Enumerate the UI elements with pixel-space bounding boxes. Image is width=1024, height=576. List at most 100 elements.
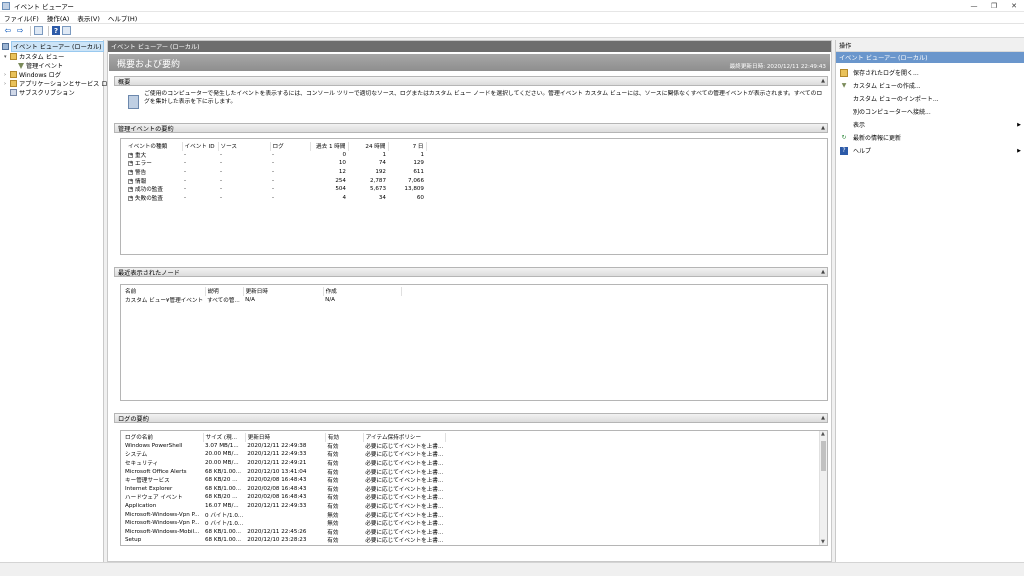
log-summary-scrollbar[interactable]: ▲ ▼ <box>819 431 827 545</box>
scroll-up-icon[interactable]: ▲ <box>821 431 825 437</box>
tree-item-label: イベント ビューアー (ローカル) <box>11 41 104 52</box>
collapse-icon[interactable]: ▲ <box>821 78 825 84</box>
event-type-cell: 成功の監査 <box>135 187 163 194</box>
column-header[interactable]: 作成 <box>323 287 402 296</box>
maximize-button[interactable]: ❐ <box>984 0 1004 12</box>
table-row[interactable]: システム 20.00 MB/... 2020/12/11 22:49:33 有効 必要に… <box>123 450 445 459</box>
table-row[interactable]: + 情報 - - - 254 2,787 7,066 <box>126 176 426 185</box>
action-import-custom-view[interactable]: カスタム ビューのインポート... <box>836 93 1024 104</box>
table-row[interactable]: ハードウェア イベント 68 KB/20 ... 2020/02/08 16:48:… <box>123 493 445 502</box>
column-header[interactable]: イベント ID <box>182 142 219 151</box>
table-row[interactable]: Setup 68 KB/1.00... 2020/12/10 23:28:23 有効 必… <box>123 536 445 545</box>
table-row[interactable]: Microsoft-Windows-Vpn P... 0 バイト/1.0... 無効… <box>123 510 445 519</box>
toolbar-separator <box>48 25 49 36</box>
minimize-button[interactable]: — <box>964 0 984 12</box>
event-type-cell: 失敗の監査 <box>135 195 163 202</box>
back-arrow-icon[interactable]: ⇦ <box>3 26 13 36</box>
column-header[interactable]: アイテム保持ポリシー <box>363 433 446 442</box>
close-button[interactable]: ✕ <box>1004 0 1024 12</box>
log-summary-section-header[interactable]: ログの要約 ▲ <box>114 413 828 423</box>
action-help[interactable]: ? ヘルプ ▶ <box>836 145 1024 156</box>
show-hide-action-pane-icon[interactable] <box>62 26 71 35</box>
expand-plus-icon[interactable]: + <box>128 152 133 158</box>
column-header[interactable]: 過去 1 時間 <box>310 142 349 151</box>
menu-file[interactable]: ファイル(F) <box>4 13 39 23</box>
table-cell: 0 <box>342 151 346 158</box>
section-title: 最近表示されたノード <box>118 269 180 277</box>
show-hide-console-tree-icon[interactable] <box>34 26 43 35</box>
console-tree: イベント ビューアー (ローカル) ▾ カスタム ビュー 管理イベント › Wi… <box>0 40 114 562</box>
forward-arrow-icon[interactable]: ⇨ <box>15 26 25 36</box>
table-row[interactable]: + エラー - - - 10 74 129 <box>126 159 426 168</box>
expand-plus-icon[interactable]: + <box>128 187 133 193</box>
status-bar <box>0 562 1024 576</box>
table-row[interactable]: Application 16.07 MB/... 2020/12/11 22:49:… <box>123 502 445 511</box>
scroll-down-icon[interactable]: ▼ <box>821 539 825 545</box>
column-header[interactable]: 説明 <box>205 287 244 296</box>
table-cell: Microsoft-Windows-Vpn P... <box>125 511 200 518</box>
title-bar: イベント ビューアー — ❐ ✕ <box>0 0 1024 12</box>
table-row[interactable]: キー管理サービス 68 KB/20 ... 2020/02/08 16:48:43 有… <box>123 476 445 485</box>
table-cell: 10 <box>338 160 346 167</box>
collapse-icon[interactable]: ▲ <box>821 269 825 275</box>
table-row[interactable]: + 成功の監査 - - - 504 5,673 13,809 <box>126 185 426 194</box>
folder-icon <box>10 80 17 87</box>
expand-plus-icon[interactable]: + <box>128 161 133 167</box>
table-cell: 有効 <box>327 469 339 476</box>
help-icon[interactable]: ? <box>52 26 60 35</box>
table-cell: 必要に応じてイベントを上書... <box>365 452 444 459</box>
column-header[interactable]: 24 時間 <box>348 142 389 151</box>
table-row[interactable]: Microsoft Office Alerts 68 KB/1.00... 2020… <box>123 467 445 476</box>
collapse-icon[interactable]: ▲ <box>821 415 825 421</box>
table-row[interactable]: セキュリティ 20.00 MB/... 2020/12/11 22:49:21 有効 必… <box>123 459 445 468</box>
column-header[interactable]: 有効 <box>325 433 364 442</box>
admin-summary-section-header[interactable]: 管理イベントの要約 ▲ <box>114 123 828 133</box>
column-header[interactable]: 名前 <box>123 287 206 296</box>
tree-item-subscriptions[interactable]: サブスクリプション <box>10 88 75 97</box>
action-refresh[interactable]: ↻ 最新の情報に更新 <box>836 132 1024 143</box>
menu-view[interactable]: 表示(V) <box>77 13 100 23</box>
folder-icon <box>10 71 17 78</box>
table-row[interactable]: + 警告 - - - 12 192 611 <box>126 168 426 177</box>
table-cell: Setup <box>125 537 142 544</box>
column-header[interactable]: ログ <box>270 142 311 151</box>
tree-item-event-viewer-local[interactable]: イベント ビューアー (ローカル) <box>2 41 104 52</box>
tree-item-custom-views[interactable]: ▾ カスタム ビュー <box>4 52 64 61</box>
action-create-custom-view[interactable]: ▼ カスタム ビューの作成... <box>836 80 1024 91</box>
table-cell: 68 KB/1.00... <box>205 468 242 475</box>
table-header-row: イベントの種類 イベント ID ソース ログ 過去 1 時間 24 時間 7 日 <box>126 142 427 151</box>
table-row[interactable]: + 重大 - - - 0 1 1 <box>126 151 426 160</box>
column-header[interactable]: ソース <box>218 142 271 151</box>
table-row[interactable]: Internet Explorer 68 KB/1.00... 2020/02/08… <box>123 485 445 494</box>
column-header[interactable]: 更新日時 <box>245 433 326 442</box>
scrollbar-thumb[interactable] <box>821 441 826 471</box>
expand-plus-icon[interactable]: + <box>128 195 133 201</box>
column-header[interactable]: イベントの種類 <box>126 142 183 151</box>
table-cell: 有効 <box>327 538 339 545</box>
menu-action[interactable]: 操作(A) <box>47 13 70 23</box>
expand-plus-icon[interactable]: + <box>128 178 133 184</box>
table-row[interactable]: Microsoft-Windows-Mobil... 68 KB/1.00... 2… <box>123 528 445 537</box>
tree-item-admin-events[interactable]: 管理イベント <box>18 61 63 70</box>
collapse-icon[interactable]: ▲ <box>821 125 825 131</box>
column-header[interactable]: 更新日時 <box>243 287 324 296</box>
table-cell: ハードウェア イベント <box>125 495 183 502</box>
column-header[interactable]: サイズ (現... <box>203 433 246 442</box>
overview-section-header[interactable]: 概要 ▲ <box>114 76 828 86</box>
table-row[interactable]: カスタム ビュー¥管理イベント すべての管... N/A N/A <box>123 296 401 305</box>
table-row[interactable]: Windows PowerShell 3.07 MB/1... 2020/12/11… <box>123 442 445 451</box>
table-row[interactable]: Microsoft-Windows-Vpn P... 0 バイト/1.0... 無効… <box>123 519 445 528</box>
column-header[interactable]: ログの名前 <box>123 433 204 442</box>
column-header[interactable]: 7 日 <box>388 142 427 151</box>
tree-item-windows-logs[interactable]: › Windows ログ <box>4 70 61 79</box>
recent-nodes-section-header[interactable]: 最近表示されたノード ▲ <box>114 267 828 277</box>
action-open-saved-log[interactable]: 保存されたログを開く... <box>836 67 1024 78</box>
tree-item-label: カスタム ビュー <box>19 54 65 61</box>
action-view[interactable]: 表示 ▶ <box>836 119 1024 130</box>
menu-help[interactable]: ヘルプ(H) <box>108 13 137 23</box>
tree-item-app-service-logs[interactable]: › アプリケーションとサービス ログ <box>4 79 114 88</box>
table-row[interactable]: + 失敗の監査 - - - 4 34 60 <box>126 194 426 203</box>
expand-plus-icon[interactable]: + <box>128 170 133 176</box>
action-connect-computer[interactable]: 別のコンピューターへ接続... <box>836 106 1024 117</box>
actions-group-header[interactable]: イベント ビューアー (ローカル) <box>836 52 1024 63</box>
